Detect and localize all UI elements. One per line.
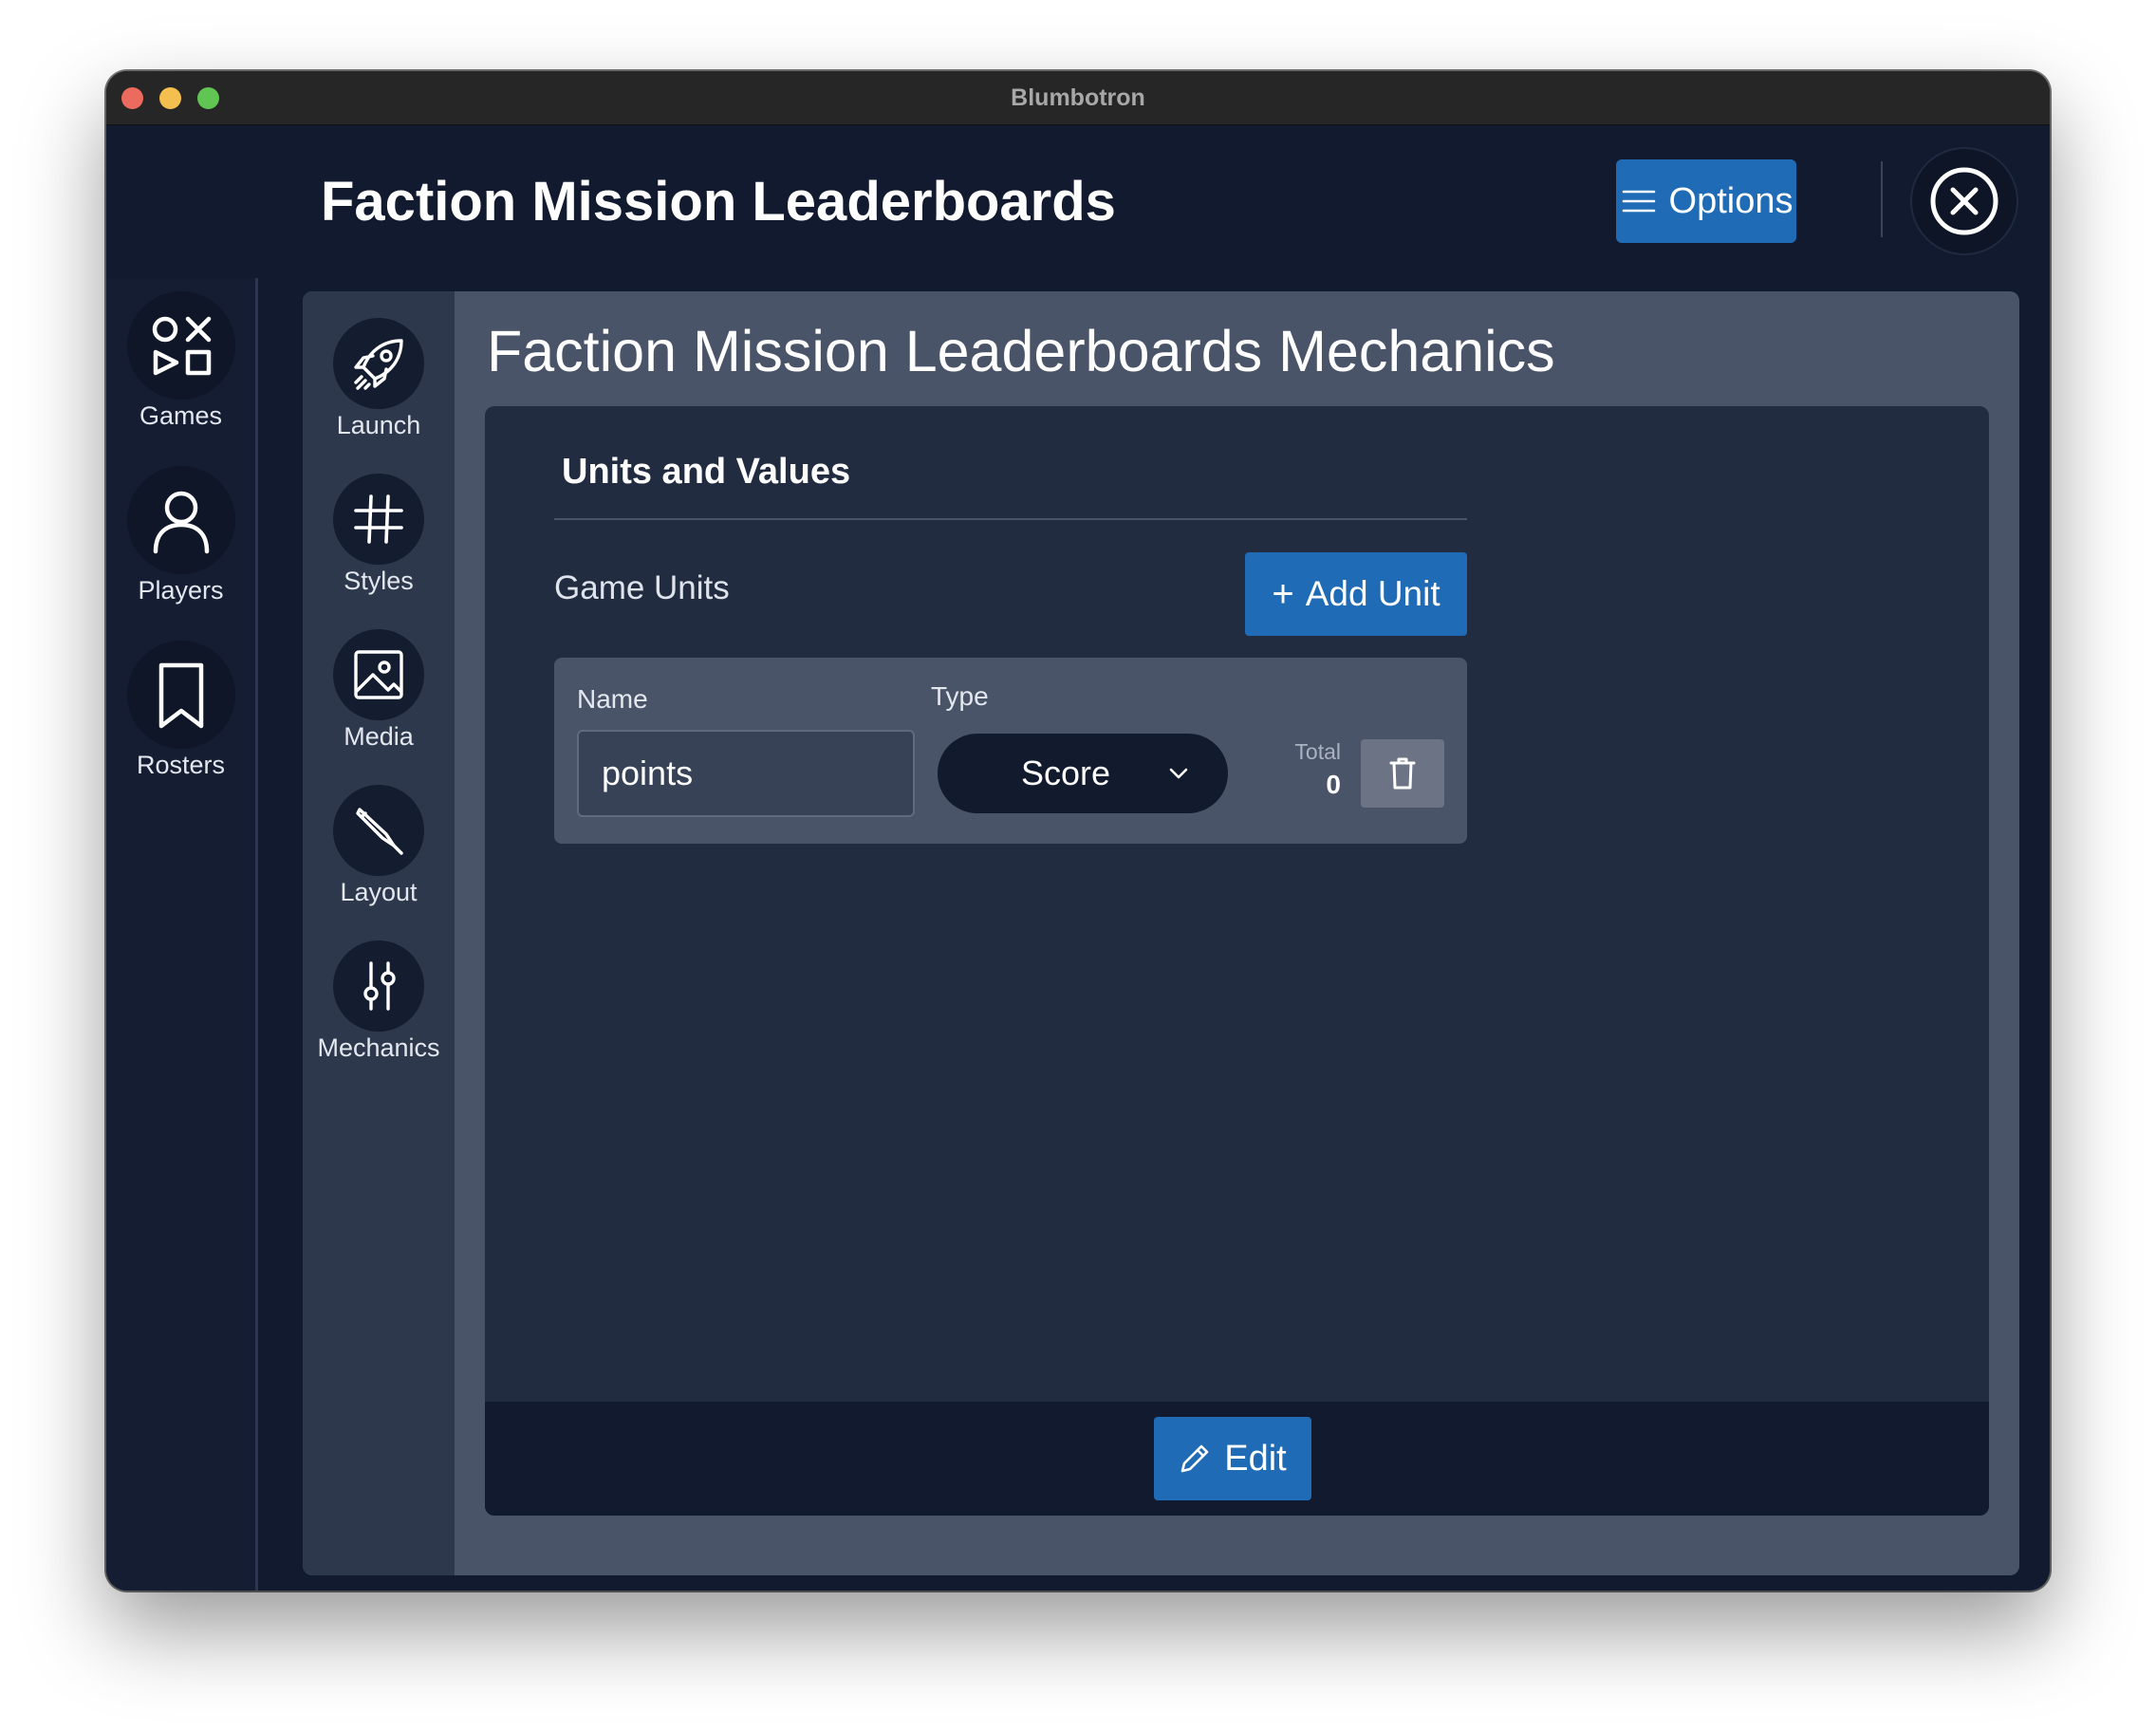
subnav-label-launch: Launch: [336, 411, 421, 439]
total-value: 0: [1326, 770, 1341, 799]
edit-label: Edit: [1224, 1438, 1287, 1479]
subnav-item-media[interactable]: Media: [303, 629, 455, 752]
rocket-icon: [354, 339, 403, 390]
app-window: Blumbotron Faction Mission Leaderboards …: [106, 71, 2050, 1591]
sliders-icon: [363, 961, 396, 1011]
players-button[interactable]: [126, 466, 235, 574]
delete-unit-button[interactable]: [1361, 739, 1444, 808]
games-shapes-icon: [152, 316, 211, 376]
game-units-label: Game Units: [554, 569, 730, 606]
nav-item-games[interactable]: Games: [106, 291, 255, 431]
nav-item-rosters[interactable]: Rosters: [106, 641, 255, 780]
page-title: Faction Mission Leaderboards: [321, 171, 1116, 233]
menu-icon: [1622, 190, 1655, 213]
mechanics-button[interactable]: [333, 940, 424, 1032]
close-circle-icon: [1930, 167, 1998, 235]
section-divider: [554, 518, 1467, 520]
title-bar: Blumbotron: [106, 71, 2050, 125]
subnav-item-styles[interactable]: Styles: [303, 474, 455, 596]
nav-label-games: Games: [139, 401, 223, 430]
header-divider: [1881, 161, 1883, 237]
unit-type-select[interactable]: Score: [938, 734, 1228, 813]
bookmark-icon: [158, 662, 203, 729]
image-icon: [354, 650, 403, 699]
unit-name-input[interactable]: points: [577, 730, 915, 817]
unit-row: Name Type points Score Total 0: [554, 658, 1467, 844]
options-button[interactable]: Options: [1616, 159, 1796, 243]
subnav-label-layout: Layout: [340, 878, 418, 906]
subnav-label-styles: Styles: [344, 567, 414, 595]
game-sidebar: Launch Styles Media Layout Mechanics: [303, 291, 455, 1575]
total-label: Total: [1294, 739, 1341, 764]
player-icon: [153, 491, 209, 554]
trash-icon: [1389, 757, 1416, 790]
mechanics-title: Faction Mission Leaderboards Mechanics: [487, 319, 1555, 383]
units-card: Units and Values Game Units + Add Unit N…: [485, 406, 1989, 1516]
pen-icon: [356, 808, 403, 855]
unit-type-value: Score: [1020, 754, 1111, 792]
launch-button[interactable]: [333, 318, 424, 409]
name-label: Name: [577, 684, 648, 714]
chevron-down-icon: [1169, 768, 1188, 779]
section-title: Units and Values: [562, 452, 851, 492]
layout-button[interactable]: [333, 785, 424, 876]
type-label: Type: [931, 681, 989, 711]
game-panel: Launch Styles Media Layout Mechanics Fac…: [303, 291, 2019, 1575]
nav-label-players: Players: [138, 576, 224, 605]
card-footer: Edit: [485, 1402, 1989, 1516]
hash-icon: [354, 494, 403, 544]
games-button[interactable]: [126, 291, 235, 400]
app-header: Faction Mission Leaderboards Options: [106, 125, 2050, 278]
edit-button[interactable]: Edit: [1154, 1417, 1311, 1500]
add-unit-button[interactable]: + Add Unit: [1245, 552, 1467, 636]
subnav-item-layout[interactable]: Layout: [303, 785, 455, 907]
pencil-icon: [1180, 1444, 1209, 1473]
subnav-label-media: Media: [344, 722, 414, 751]
options-label: Options: [1668, 180, 1794, 221]
main-sidebar: Games Players Rosters: [106, 278, 258, 1591]
plus-icon: +: [1272, 572, 1294, 615]
subnav-item-launch[interactable]: Launch: [303, 318, 455, 440]
styles-button[interactable]: [333, 474, 424, 565]
media-button[interactable]: [333, 629, 424, 720]
subnav-item-mechanics[interactable]: Mechanics: [303, 940, 455, 1063]
window-title: Blumbotron: [1011, 84, 1145, 111]
rosters-button[interactable]: [126, 641, 235, 749]
add-unit-label: Add Unit: [1305, 574, 1440, 613]
subnav-label-mechanics: Mechanics: [317, 1033, 440, 1062]
nav-label-rosters: Rosters: [136, 751, 226, 779]
nav-item-players[interactable]: Players: [106, 466, 255, 605]
close-button[interactable]: [1910, 147, 2018, 255]
